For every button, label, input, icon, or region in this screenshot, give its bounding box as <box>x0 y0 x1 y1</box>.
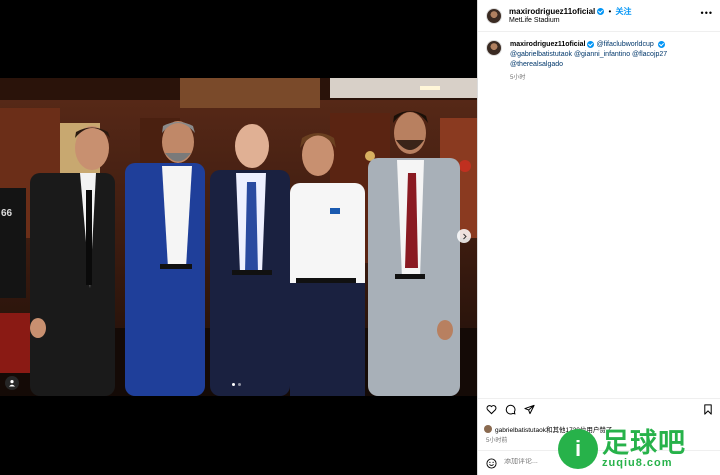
group-photo-image: 66 <box>0 78 477 396</box>
verified-badge-icon <box>587 40 595 48</box>
post-photo[interactable]: 66 <box>0 78 477 396</box>
post-timestamp: 5小时前 <box>486 438 508 444</box>
heart-icon[interactable] <box>486 404 497 415</box>
header-separator: • <box>608 7 612 16</box>
verified-badge-icon <box>657 40 665 48</box>
caption-username[interactable]: maxirodriguez11oficial <box>510 41 585 48</box>
site-watermark: i 足球吧 zuqiu8.com <box>558 426 716 472</box>
emoji-icon[interactable] <box>486 458 497 469</box>
mention-link[interactable]: @flacojp27 <box>632 51 667 58</box>
author-avatar[interactable] <box>486 8 502 24</box>
mention-link[interactable]: @gabrielbatistutaok <box>510 51 572 58</box>
watermark-text: 足球吧 zuqiu8.com <box>602 427 686 469</box>
liker-avatar[interactable] <box>484 425 492 433</box>
follow-button[interactable]: 关注 <box>616 7 632 16</box>
action-bar <box>478 398 720 420</box>
carousel-indicator <box>232 383 241 386</box>
watermark-logo-icon: i <box>558 429 598 469</box>
caption-text: maxirodriguez11oficial @fifaclubworldcup… <box>510 40 710 70</box>
jersey-number: 66 <box>1 208 13 219</box>
post-sidebar: maxirodriguez11oficial • 关注 MetLife Stad… <box>477 0 720 475</box>
post-header: maxirodriguez11oficial • 关注 MetLife Stad… <box>478 0 720 32</box>
more-horizontal-icon[interactable]: ••• <box>701 8 713 18</box>
header-username[interactable]: maxirodriguez11oficial <box>509 7 595 16</box>
carousel-dot <box>238 383 241 386</box>
person-icon <box>9 380 15 387</box>
caption-avatar[interactable] <box>486 40 502 56</box>
share-icon[interactable] <box>524 404 535 415</box>
comment-icon[interactable] <box>505 404 516 415</box>
chevron-right-icon <box>462 233 467 239</box>
caption-timestamp: 5小时 <box>510 75 526 81</box>
watermark-cn: 足球吧 <box>602 427 686 458</box>
carousel-next-button[interactable] <box>457 229 471 243</box>
carousel-dot <box>232 383 235 386</box>
instagram-post-viewer: 66 maxirodriguez11oficial • 关注 MetLife S… <box>0 0 720 475</box>
mention-link[interactable]: @therealsalgado <box>510 61 563 68</box>
mention-link[interactable]: @fifaclubworldcup <box>596 41 653 48</box>
mention-link[interactable]: @gianni_infantino <box>574 51 630 58</box>
watermark-en: zuqiu8.com <box>602 456 673 469</box>
verified-badge-icon <box>597 8 605 16</box>
header-username-row: maxirodriguez11oficial • 关注 <box>509 6 632 17</box>
post-location[interactable]: MetLife Stadium <box>509 17 560 24</box>
tagged-users-button[interactable] <box>5 376 19 390</box>
media-area: 66 <box>0 0 477 475</box>
bookmark-icon[interactable] <box>703 404 713 415</box>
